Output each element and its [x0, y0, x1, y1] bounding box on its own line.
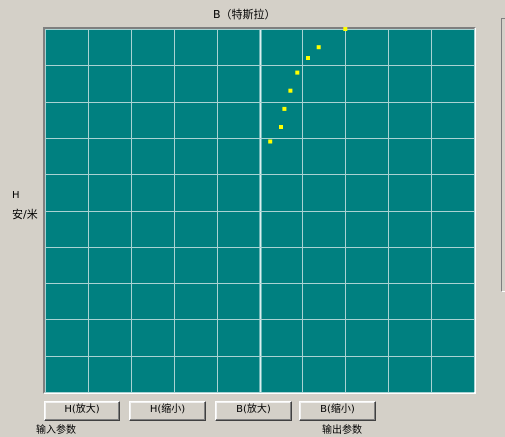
h-zoom-out-button[interactable]: H(缩小) [129, 401, 206, 421]
data-point [343, 27, 348, 31]
data-point [268, 139, 273, 144]
bh-curve-window: B（特斯拉） H 安/米 H(放大) H(缩小) B(放大) B(缩小) 输入参… [0, 0, 505, 436]
input-parameters-label: 输入参数 [36, 425, 76, 436]
y-axis-unit: 安/米 [12, 208, 38, 221]
plot-title: B（特斯拉） [213, 8, 276, 21]
h-zoom-in-button[interactable]: H(放大) [44, 401, 120, 421]
plot-frame [43, 27, 476, 394]
b-zoom-out-button[interactable]: B(缩小) [299, 401, 376, 421]
data-point [295, 70, 300, 75]
data-point [316, 45, 321, 50]
data-point [279, 125, 283, 129]
output-parameters-label: 输出参数 [322, 425, 362, 436]
b-zoom-in-button[interactable]: B(放大) [215, 401, 292, 421]
right-panel-edge [501, 18, 505, 292]
y-axis-symbol: H [12, 190, 20, 201]
data-point [306, 56, 310, 60]
data-point [288, 88, 293, 93]
plot-svg [45, 27, 475, 393]
data-point [282, 106, 287, 111]
